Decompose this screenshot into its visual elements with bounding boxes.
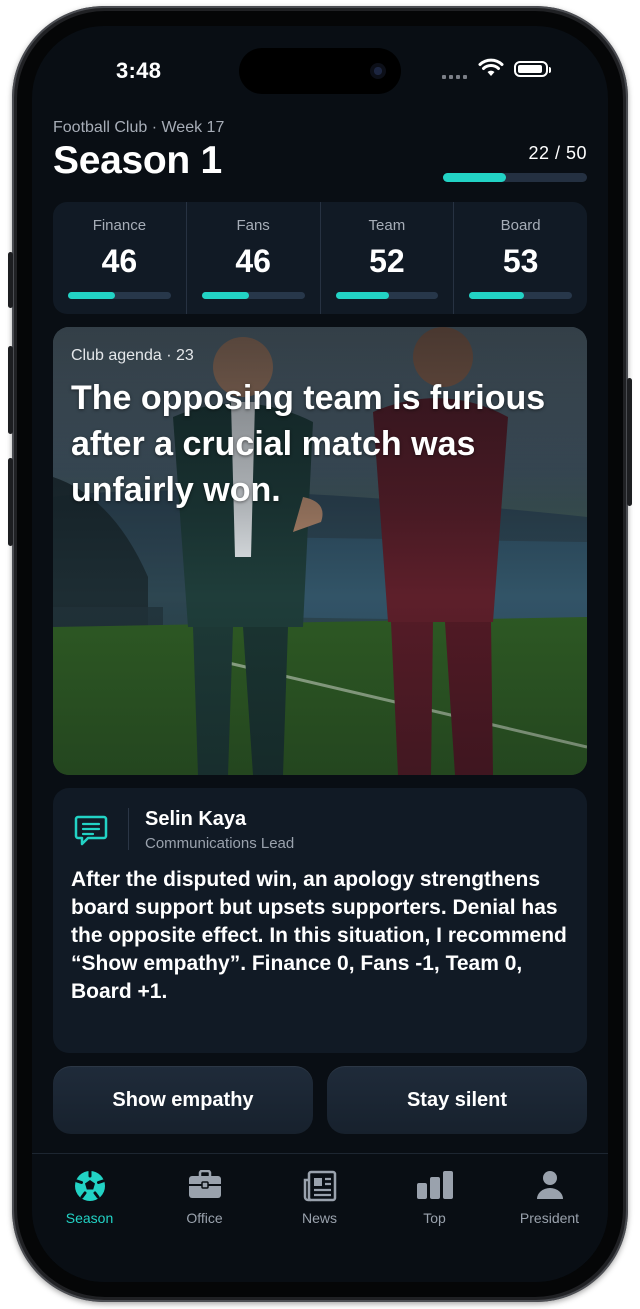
stat-value: 46 [235,243,271,279]
stat-bar-fill [201,292,249,299]
action-button [8,252,13,308]
newspaper-icon [303,1170,336,1202]
divider [128,808,129,850]
stat-bar-fill [469,292,524,299]
event-headline: The opposing team is furious after a cru… [71,379,546,509]
tab-label: Office [186,1210,223,1226]
tab-label: News [301,1210,337,1226]
cellular-signal-icon [442,75,467,79]
stat-label: Fans [236,217,270,234]
briefcase-icon [188,1170,221,1198]
advisor-card: Selin Kaya Communications Lead After the… [53,788,587,1053]
chat-icon [74,815,108,846]
battery-icon [514,61,551,77]
header-subtitle: Football Club · Week 17 [53,119,225,136]
power-button [627,378,632,506]
advisor-role: Communications Lead [145,835,295,852]
stats-panel: Finance 46 Fans 46 Team 52 Board 53 [53,202,587,314]
dynamic-island [239,48,401,94]
stat-value: 52 [369,243,405,279]
tab-label: President [519,1210,580,1226]
advisor-recommendation: After the disputed win, an apology stren… [71,868,567,1003]
stat-value: 46 [101,243,138,279]
stat-bar [335,292,439,299]
show-empathy-button[interactable]: Show empathy [53,1066,313,1134]
wifi-icon [478,58,504,76]
soccer-ball-icon [74,1170,105,1201]
stat-bar [68,292,171,299]
event-card: Club agenda · 23 The opposing team is fu… [53,327,587,775]
stat-bar-fill [335,292,389,299]
tab-label: Top [423,1210,446,1226]
stat-label: Team [368,217,406,234]
stat-label: Board [500,217,541,234]
stat-bar-fill [68,292,116,299]
event-tag: Club agenda · 23 [71,347,194,364]
stat-fans: Fans 46 [185,202,320,314]
stay-silent-button[interactable]: Stay silent [327,1066,587,1134]
app-screen: 3:48 Football Club · Week 17 Season 1 22… [32,26,608,1282]
stat-label: Finance [92,217,147,234]
stat-value: 53 [502,243,539,279]
tab-bar: Season Office News Top President [32,1153,608,1282]
season-progress-bar [443,173,587,182]
season-progress-fill [443,173,507,182]
volume-up-button [8,346,13,434]
volume-down-button [8,458,13,546]
stat-board: Board 53 [453,202,587,314]
stat-bar [469,292,572,299]
camera-icon [370,63,386,79]
status-time: 3:48 [116,58,162,83]
advisor-name: Selin Kaya [145,808,247,830]
stat-finance: Finance 46 [53,202,186,314]
season-progress-label: 22 / 50 [528,143,587,163]
tab-label: Season [65,1210,114,1226]
page-title: Season 1 [53,139,222,182]
bar-chart-icon [416,1171,453,1199]
person-icon [536,1171,563,1199]
stat-bar [201,292,305,299]
stat-team: Team 52 [319,202,454,314]
